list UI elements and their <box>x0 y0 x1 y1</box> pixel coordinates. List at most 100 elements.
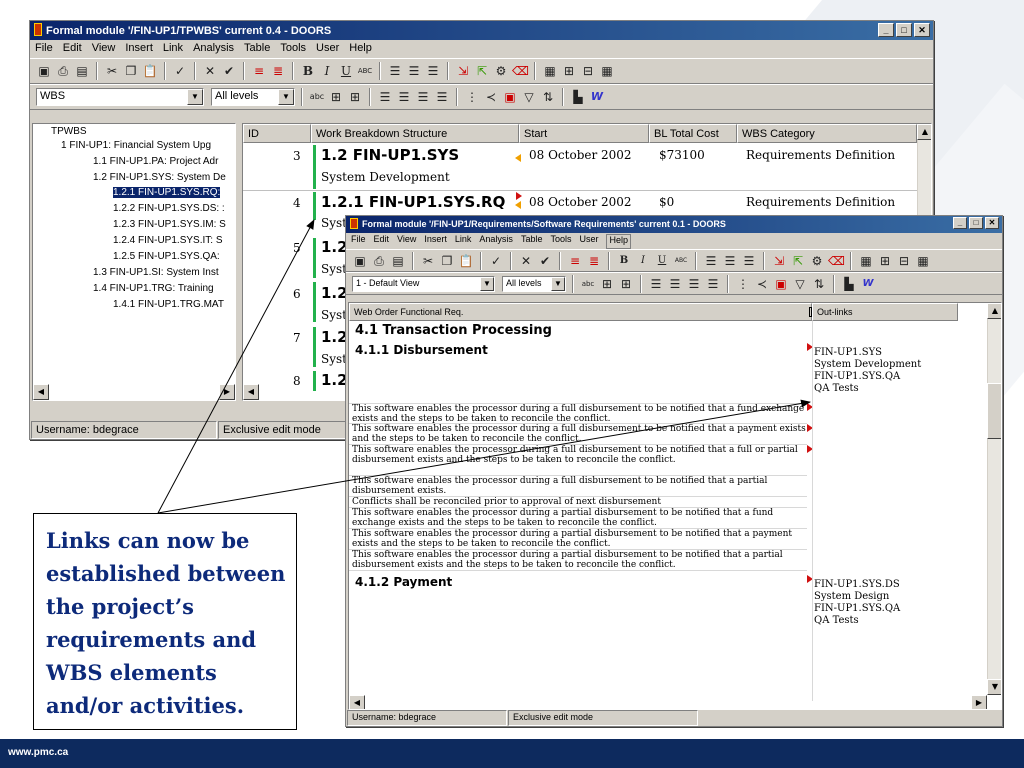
requirement-text[interactable]: This software enables the processor duri… <box>349 424 807 445</box>
tree-node[interactable]: 1.2 FIN-UP1.SYS: System De <box>93 172 226 183</box>
level-select[interactable]: All levels ▼ <box>211 88 295 106</box>
link-properties-icon[interactable]: ⚙ <box>809 253 825 269</box>
level-icon[interactable]: ⊞ <box>599 276 615 292</box>
align-center-icon[interactable]: ☰ <box>667 276 683 292</box>
maximize-button[interactable]: □ <box>969 217 983 229</box>
menu-edit[interactable]: Edit <box>374 234 390 249</box>
delete-link-icon[interactable]: ⌫ <box>828 253 845 269</box>
column-header-wbs[interactable]: Work Breakdown Structure <box>311 124 519 143</box>
save-icon[interactable]: ▣ <box>352 253 368 269</box>
scroll-up-button[interactable]: ▲ <box>987 303 1001 319</box>
close-button[interactable]: ✕ <box>914 23 930 37</box>
menu-user[interactable]: User <box>316 42 339 58</box>
align-right-icon[interactable]: ☰ <box>686 276 702 292</box>
bold-icon[interactable]: B <box>616 253 632 269</box>
dropdown-arrow-icon[interactable]: ▼ <box>480 276 494 291</box>
cut-icon[interactable]: ✂ <box>420 253 436 269</box>
print-icon[interactable]: ⎙ <box>371 253 387 269</box>
insert-below-icon[interactable]: ≣ <box>270 63 286 79</box>
outdent-icon[interactable]: ☰ <box>741 253 757 269</box>
explorer-icon[interactable]: ⋮ <box>735 276 751 292</box>
link-end-icon[interactable]: ⇱ <box>790 253 806 269</box>
tree-node[interactable]: TPWBS <box>51 126 87 137</box>
table-grid-icon[interactable]: ▦ <box>915 253 931 269</box>
word-icon[interactable]: W <box>589 89 605 105</box>
bold-icon[interactable]: B <box>300 63 316 79</box>
wbs-heading[interactable]: 1.2 <box>321 328 348 346</box>
confirm-icon[interactable]: ✔ <box>537 253 553 269</box>
requirement-text[interactable]: This software enables the processor duri… <box>349 508 807 529</box>
align-left-icon[interactable]: ☰ <box>377 89 393 105</box>
scroll-right-button[interactable]: ▶ <box>971 695 987 709</box>
menu-file[interactable]: File <box>351 234 366 249</box>
insert-below-icon[interactable]: ≣ <box>586 253 602 269</box>
align-right-icon[interactable]: ☰ <box>415 89 431 105</box>
spellcheck-icon[interactable]: ✓ <box>488 253 504 269</box>
requirement-text[interactable]: Conflicts shall be reconciled prior to a… <box>349 497 807 508</box>
bullets-icon[interactable]: ☰ <box>387 63 403 79</box>
minimize-button[interactable]: _ <box>953 217 967 229</box>
calendar-icon[interactable]: ▣ <box>502 89 518 105</box>
module-tree[interactable]: TPWBS 1 FIN-UP1: Financial System Upg 1.… <box>32 123 236 401</box>
menu-tools[interactable]: Tools <box>280 42 306 58</box>
calendar-icon[interactable]: ▣ <box>773 276 789 292</box>
indent-icon[interactable]: ☰ <box>722 253 738 269</box>
menu-help[interactable]: Help <box>349 42 372 58</box>
underline-icon[interactable]: U <box>654 253 670 269</box>
dropdown-arrow-icon[interactable]: ▼ <box>551 276 565 291</box>
chart-icon[interactable]: ▙ <box>570 89 586 105</box>
tree-node[interactable]: 1.2.3 FIN-UP1.SYS.IM: S <box>113 219 226 230</box>
requirement-text[interactable]: This software enables the processor duri… <box>349 550 807 571</box>
properties-icon[interactable]: ▤ <box>74 63 90 79</box>
table-icon[interactable]: ▦ <box>542 63 558 79</box>
scroll-up-button[interactable]: ▲ <box>917 124 931 140</box>
minimize-button[interactable]: _ <box>878 23 894 37</box>
outlinks-cell[interactable]: FIN-UP1.SYS System Development FIN-UP1.S… <box>814 347 921 395</box>
tree-node[interactable]: 1.2.4 FIN-UP1.SYS.IT: S <box>113 235 222 246</box>
align-justify-icon[interactable]: ☰ <box>705 276 721 292</box>
menu-file[interactable]: File <box>35 42 53 58</box>
scroll-right-button[interactable]: ▶ <box>219 384 235 400</box>
menu-edit[interactable]: Edit <box>63 42 82 58</box>
strikethrough-icon[interactable]: ABC <box>673 253 689 269</box>
insert-column-icon[interactable]: ⊞ <box>877 253 893 269</box>
menu-user[interactable]: User <box>579 234 598 249</box>
menu-view[interactable]: View <box>397 234 416 249</box>
menu-help[interactable]: Help <box>606 234 631 249</box>
chart-icon[interactable]: ▙ <box>841 276 857 292</box>
requirements-grid[interactable]: Web Order Functional Req. Out-links 4.1 … <box>348 302 1002 710</box>
copy-icon[interactable]: ❐ <box>439 253 455 269</box>
underline-icon[interactable]: U <box>338 63 354 79</box>
footer-url[interactable]: www.pmc.ca <box>8 747 68 758</box>
tree-node[interactable]: 1.2.5 FIN-UP1.SYS.QA: <box>113 251 220 262</box>
align-justify-icon[interactable]: ☰ <box>434 89 450 105</box>
table-icon[interactable]: ▦ <box>858 253 874 269</box>
requirement-text[interactable]: This software enables the processor duri… <box>349 476 807 497</box>
menu-link[interactable]: Link <box>455 234 472 249</box>
level-icon[interactable]: ⊞ <box>328 89 344 105</box>
section-heading[interactable]: 4.1.2 Payment <box>349 575 807 635</box>
requirement-text[interactable]: This software enables the processor duri… <box>349 445 807 476</box>
link-icon[interactable]: ≺ <box>483 89 499 105</box>
menu-tools[interactable]: Tools <box>550 234 571 249</box>
cancel-icon[interactable]: ✕ <box>202 63 218 79</box>
column-header-cost[interactable]: BL Total Cost <box>649 124 737 143</box>
link-icon[interactable]: ≺ <box>754 276 770 292</box>
bullets-icon[interactable]: ☰ <box>703 253 719 269</box>
wbs-heading[interactable]: 1.2.1 FIN-UP1.SYS.RQ <box>321 193 505 211</box>
save-icon[interactable]: ▣ <box>36 63 52 79</box>
filter-icon[interactable]: ▽ <box>792 276 808 292</box>
sort-icon[interactable]: ⇅ <box>540 89 556 105</box>
paste-icon[interactable]: 📋 <box>142 63 158 79</box>
align-left-icon[interactable]: ☰ <box>648 276 664 292</box>
paste-icon[interactable]: 📋 <box>458 253 474 269</box>
column-header-id[interactable]: ID <box>243 124 311 143</box>
column-header-outlinks[interactable]: Out-links <box>812 303 958 321</box>
menu-link[interactable]: Link <box>163 42 183 58</box>
align-center-icon[interactable]: ☰ <box>396 89 412 105</box>
cancel-icon[interactable]: ✕ <box>518 253 534 269</box>
properties-icon[interactable]: ▤ <box>390 253 406 269</box>
cut-icon[interactable]: ✂ <box>104 63 120 79</box>
insert-row-icon[interactable]: ⊟ <box>580 63 596 79</box>
requirement-text[interactable]: This software enables the processor duri… <box>349 529 807 550</box>
